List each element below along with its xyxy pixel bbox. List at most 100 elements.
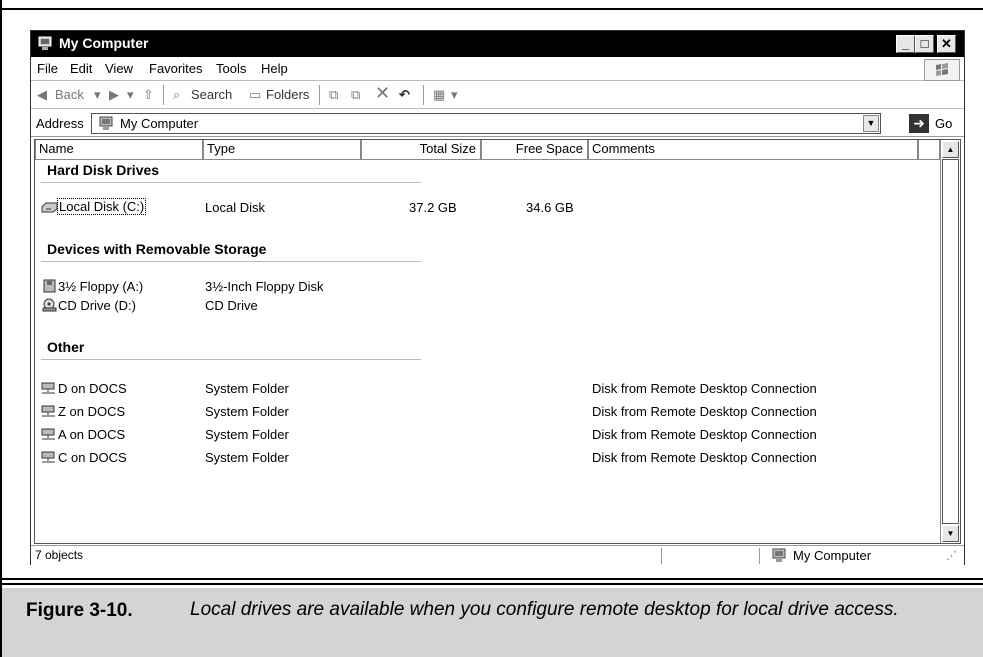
network-drive-icon <box>41 405 55 417</box>
folders-icon[interactable]: ▭ <box>249 87 261 103</box>
search-icon[interactable]: ⌕ <box>173 87 180 103</box>
item-name: A on DOCS <box>58 427 126 442</box>
move-to-icon[interactable]: ⧉ <box>329 87 338 103</box>
search-button[interactable]: Search <box>191 87 232 102</box>
figure-bottom-rule <box>0 578 983 580</box>
standard-toolbar: ◀ Back ▾ ▶ ▾ ⇧ ⌕ Search ▭ Folders ⧉ ⧉ ✕ … <box>31 81 964 109</box>
column-header-comments[interactable]: Comments <box>588 140 918 160</box>
scroll-down-icon[interactable]: ▼ <box>942 525 959 542</box>
menu-file[interactable]: File <box>37 61 58 76</box>
title-bar[interactable]: My Computer _ □ ✕ <box>31 31 964 57</box>
undo-icon[interactable]: ↶ <box>399 87 410 103</box>
group-title-other: Other <box>47 339 85 355</box>
my-computer-icon <box>99 116 113 130</box>
views-dropdown-icon[interactable]: ▾ <box>451 87 458 103</box>
close-button[interactable]: ✕ <box>937 35 956 53</box>
up-folder-icon[interactable]: ⇧ <box>143 87 154 103</box>
item-total-size: 37.2 GB <box>409 200 457 215</box>
menu-tools[interactable]: Tools <box>216 61 246 76</box>
delete-icon[interactable]: ✕ <box>375 83 390 104</box>
forward-button-icon[interactable]: ▶ <box>109 87 119 103</box>
go-arrow-icon[interactable]: ➜ <box>909 114 929 133</box>
item-type: Local Disk <box>205 200 265 215</box>
cd-drive-icon <box>42 298 57 312</box>
group-title-hard-disk-drives: Hard Disk Drives <box>47 162 160 178</box>
file-list-view[interactable]: Name Type Total Size Free Space Comments… <box>34 139 961 544</box>
window-title: My Computer <box>59 35 149 51</box>
item-type: CD Drive <box>205 298 258 313</box>
menu-edit[interactable]: Edit <box>70 61 92 76</box>
column-header-free-space[interactable]: Free Space <box>481 140 588 160</box>
item-type: System Folder <box>205 404 289 419</box>
group-divider <box>41 182 421 183</box>
address-label: Address <box>36 116 84 131</box>
item-name: 3½ Floppy (A:) <box>58 279 144 294</box>
vertical-scrollbar[interactable]: ▲ ▼ <box>940 140 960 543</box>
toolbar-separator <box>319 85 320 105</box>
network-drive-icon <box>41 382 55 394</box>
views-icon[interactable]: ▦ <box>433 87 445 103</box>
group-divider <box>41 359 421 360</box>
copy-to-icon[interactable]: ⧉ <box>351 87 360 103</box>
caption-label: Figure 3-10. <box>26 600 133 621</box>
item-comment: Disk from Remote Desktop Connection <box>592 450 817 465</box>
item-comment: Disk from Remote Desktop Connection <box>592 381 817 396</box>
column-header-filler <box>918 140 940 160</box>
column-header-type[interactable]: Type <box>203 140 361 160</box>
go-button[interactable]: Go <box>935 116 952 131</box>
status-bar: 7 objects My Computer ⋰ <box>31 545 964 565</box>
item-comment: Disk from Remote Desktop Connection <box>592 427 817 442</box>
figure-top-rule <box>0 8 983 10</box>
status-location: My Computer <box>793 548 872 563</box>
caption-text: Local drives are available when you conf… <box>190 599 899 620</box>
item-name: C on DOCS <box>58 450 127 465</box>
address-dropdown-icon[interactable]: ▼ <box>863 115 879 132</box>
hard-disk-icon <box>41 202 58 213</box>
address-bar: Address My Computer ▼ ➜ Go <box>31 109 964 137</box>
item-name: CD Drive (D:) <box>58 298 136 313</box>
item-type: System Folder <box>205 427 289 442</box>
item-name: D on DOCS <box>58 381 127 396</box>
menu-help[interactable]: Help <box>261 61 288 76</box>
menu-bar: File Edit View Favorites Tools Help <box>31 57 964 81</box>
resize-grip-icon[interactable]: ⋰ <box>946 549 957 562</box>
minimize-button[interactable]: _ <box>896 35 915 53</box>
back-arrow-icon[interactable]: ◀ <box>37 87 47 103</box>
item-free-space: 34.6 GB <box>526 200 574 215</box>
folders-button[interactable]: Folders <box>266 87 309 102</box>
network-drive-icon <box>41 451 55 463</box>
address-value: My Computer <box>120 116 199 131</box>
item-type: System Folder <box>205 450 289 465</box>
item-type: System Folder <box>205 381 289 396</box>
status-separator <box>661 548 662 564</box>
item-comment: Disk from Remote Desktop Connection <box>592 404 817 419</box>
column-header-name[interactable]: Name <box>35 140 203 160</box>
back-button-label[interactable]: Back <box>55 87 84 102</box>
forward-dropdown-icon[interactable]: ▾ <box>127 87 134 103</box>
toolbar-separator <box>163 85 164 105</box>
item-name: Z on DOCS <box>58 404 126 419</box>
figure-caption: Figure 3-10. Local drives are available … <box>2 588 983 657</box>
status-object-count: 7 objects <box>35 548 84 562</box>
figure-bottom-rule <box>0 583 983 585</box>
address-input[interactable]: My Computer ▼ <box>91 113 881 134</box>
my-computer-window: My Computer _ □ ✕ File Edit View Favorit… <box>30 30 965 565</box>
my-computer-icon <box>772 548 786 562</box>
item-name: Local Disk (C:) <box>56 198 147 215</box>
menu-favorites[interactable]: Favorites <box>149 61 202 76</box>
scroll-up-icon[interactable]: ▲ <box>942 141 959 158</box>
maximize-button[interactable]: □ <box>915 35 934 53</box>
group-title-removable-storage: Devices with Removable Storage <box>47 241 267 257</box>
status-separator <box>759 548 760 564</box>
menu-view[interactable]: View <box>105 61 133 76</box>
my-computer-icon <box>38 36 52 50</box>
toolbar-separator <box>423 85 424 105</box>
scrollbar-thumb[interactable] <box>942 159 959 524</box>
column-header-total-size[interactable]: Total Size <box>361 140 481 160</box>
network-drive-icon <box>41 428 55 440</box>
floppy-drive-icon <box>43 279 56 293</box>
group-divider <box>41 261 421 262</box>
item-type: 3½-Inch Floppy Disk <box>205 279 324 294</box>
back-dropdown-icon[interactable]: ▾ <box>94 87 101 103</box>
windows-logo-icon <box>924 59 960 81</box>
